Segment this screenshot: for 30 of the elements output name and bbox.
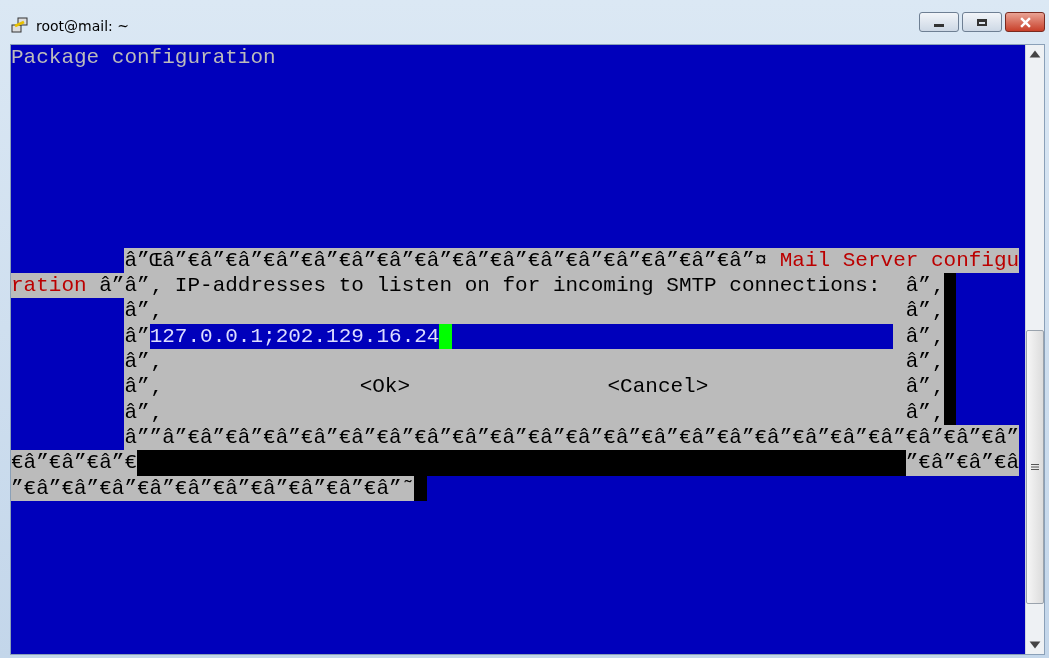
dialog-border-text: â”‚ — [124, 399, 163, 425]
dialog-border-text: â””â”€â”€â”€â”€â”€â”€â”€â”€â”€â”€â”€â”€â”€â”€â”€â”€â”€â”€â”€â”€â”€â”€â” — [124, 424, 1020, 451]
close-button[interactable] — [1005, 12, 1045, 32]
dialog-border-text: €â”€â”€â”€ — [11, 450, 138, 476]
minimize-icon — [934, 23, 944, 27]
dialog-border-text: â”â”‚ IP-addresses to listen on for incoming SMTP connections: â”‚ — [99, 272, 944, 299]
dialog-border-text: ”€â”€â”€â”€â”€â”€â”€â”€â”€â”€â”˜ — [11, 475, 415, 501]
minimize-button[interactable] — [919, 12, 959, 32]
dialog-border-text: ”€â”€â”€â — [905, 450, 1020, 476]
dialog-border-text: â”‚ — [905, 374, 944, 400]
dialog-border-text: â”‚ — [124, 298, 163, 324]
dialog-button[interactable]: <Ok> — [359, 374, 411, 400]
dialog-button[interactable]: <Cancel> — [607, 374, 709, 400]
maximize-button[interactable] — [962, 12, 1002, 32]
dialog-title: Mail Server configu — [779, 247, 1020, 273]
close-icon — [1019, 16, 1031, 28]
dialog-border-text: â” — [124, 323, 150, 349]
scrollbar-thumb[interactable] — [1026, 330, 1044, 604]
window-title: root@mail: ~ — [36, 18, 130, 34]
terminal-app-icon — [10, 16, 30, 36]
terminal-header: Package configuration — [11, 45, 276, 71]
dialog-title: ration — [11, 272, 100, 299]
vertical-scrollbar[interactable] — [1025, 45, 1044, 654]
dialog-border-text: â”Œâ”€â”€â”€â”€â”€â”€â”€â”€â”€â”€â”€â”€â”€â”€â”€â”¤ — [124, 247, 780, 273]
maximize-icon — [977, 18, 987, 26]
grip-icon — [1031, 463, 1039, 471]
dialog-border-text: â”‚ — [124, 374, 163, 400]
dialog-border-text: â”‚ — [905, 298, 944, 324]
dialog-border-text: â”‚ — [124, 348, 163, 375]
text-cursor — [439, 323, 453, 349]
